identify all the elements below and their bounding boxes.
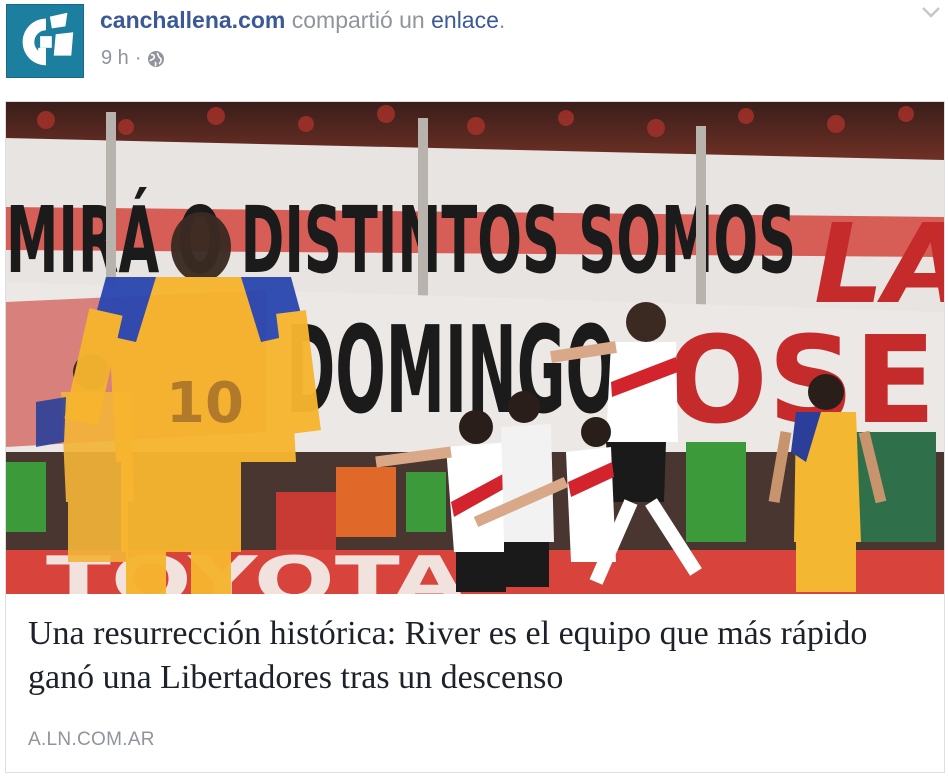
action-text: compartió un [291, 7, 425, 33]
timestamp[interactable]: 9 h [101, 47, 129, 70]
chevron-down-icon[interactable] [920, 4, 942, 20]
globe-icon[interactable] [147, 50, 165, 68]
banner-middle-text: DOMINGO [286, 302, 616, 441]
meta-separator: · [134, 47, 142, 69]
canchallena-logo-icon [7, 5, 83, 77]
preview-caption[interactable]: Una resurrección histórica: River es el … [6, 594, 944, 772]
post-headline: canchallena.com compartió un enlace. [100, 6, 505, 34]
link-title[interactable]: Una resurrección histórica: River es el … [28, 612, 928, 700]
link-domain: A.LN.COM.AR [28, 729, 155, 750]
player-number: 10 [166, 371, 244, 436]
post-meta: 9 h · [101, 47, 165, 70]
action-period: . [498, 7, 506, 33]
link-word[interactable]: enlace [431, 7, 499, 33]
link-preview-card[interactable]: MIRÁ O DISTINTOS SOMOS LA DOMINGO OSE TO… [5, 101, 945, 773]
page-avatar[interactable] [6, 4, 84, 78]
page-name-link[interactable]: canchallena.com [100, 7, 285, 33]
preview-image[interactable]: MIRÁ O DISTINTOS SOMOS LA DOMINGO OSE TO… [6, 102, 944, 594]
post-header: canchallena.com compartió un enlace. 9 h… [0, 0, 948, 100]
